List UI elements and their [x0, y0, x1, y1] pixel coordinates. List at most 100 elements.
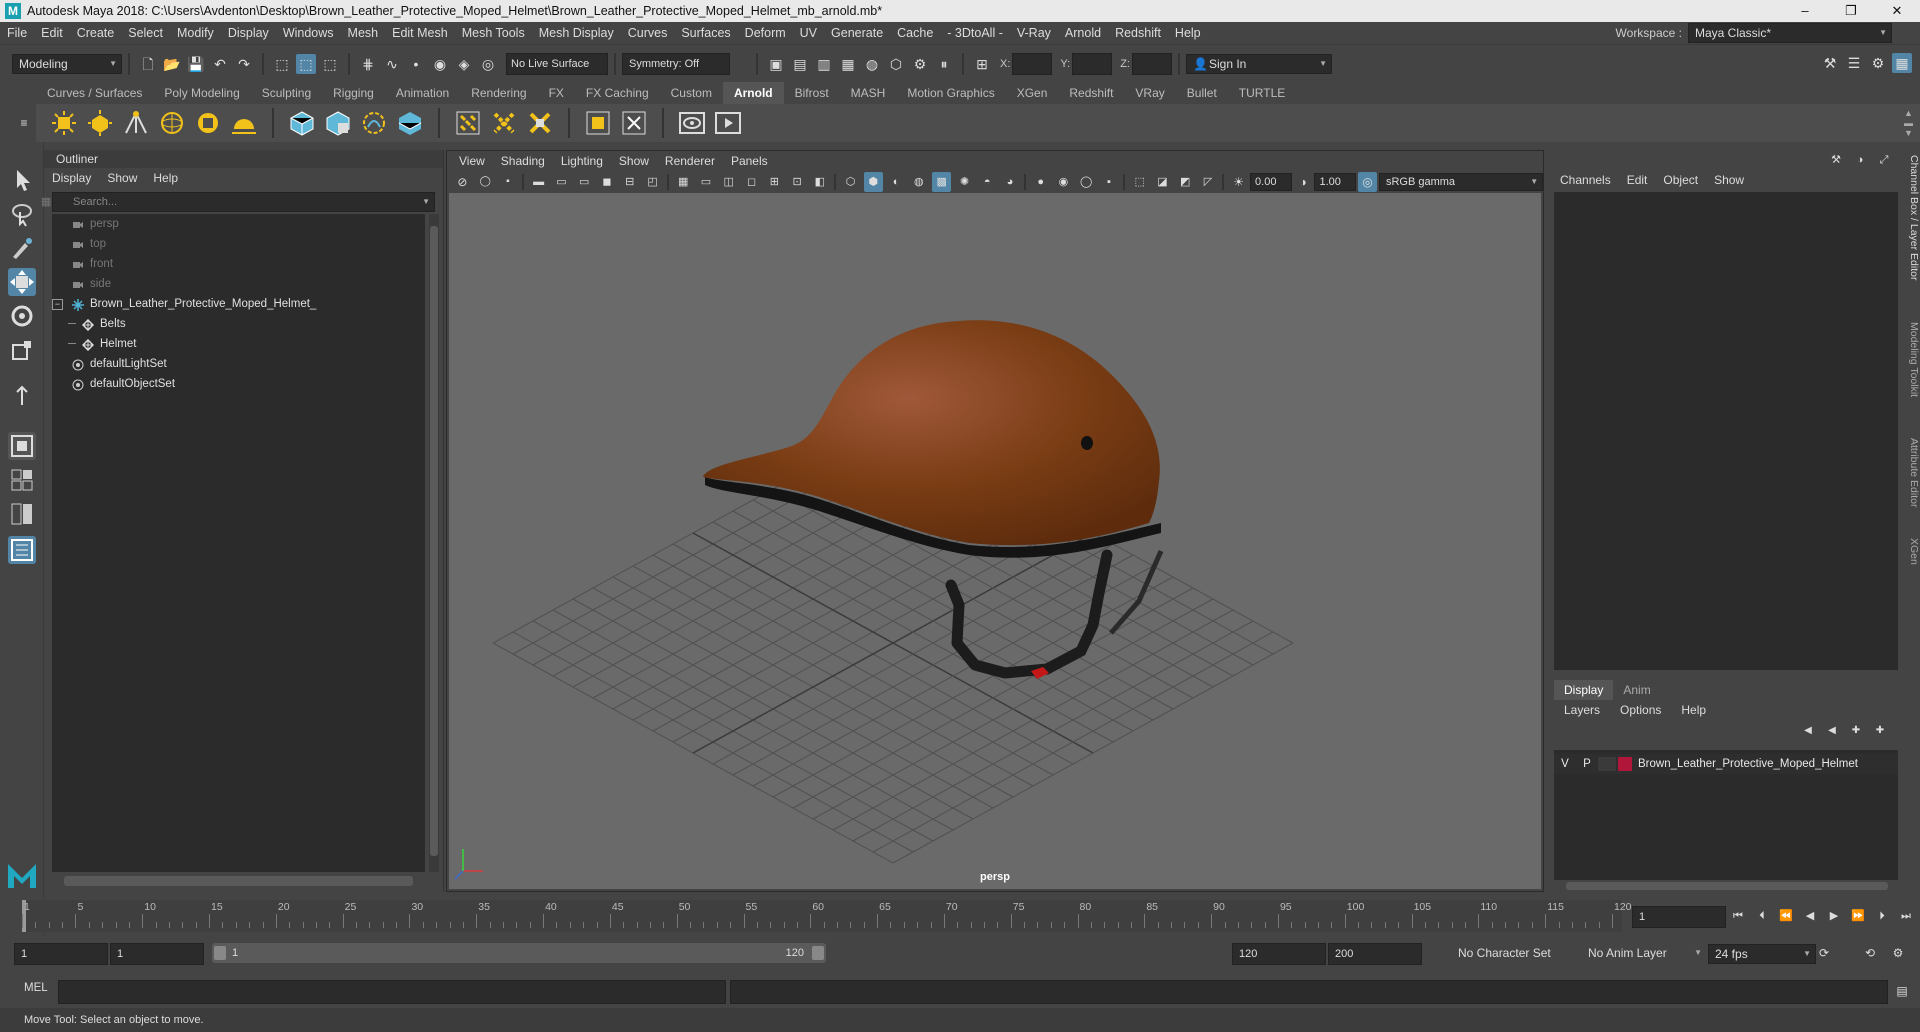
select-component-icon[interactable]: ⬚	[320, 54, 340, 74]
menu-file[interactable]: File	[0, 22, 34, 44]
use-all-lights-icon[interactable]: ✺	[955, 172, 974, 192]
viewport-menu-panels[interactable]: Panels	[723, 151, 776, 171]
layer-playback-toggle[interactable]: P	[1576, 758, 1598, 770]
live-surface-field[interactable]: No Live Surface	[506, 52, 608, 75]
isolate-select-icon[interactable]: ▪	[1100, 172, 1119, 192]
auto-key-icon[interactable]: ⟲	[1860, 943, 1880, 963]
close-button[interactable]: ✕	[1874, 0, 1920, 22]
snap-pivot-icon[interactable]: ◎	[478, 54, 498, 74]
shelf-tab-turtle[interactable]: TURTLE	[1227, 82, 1297, 105]
viewport-menu-renderer[interactable]: Renderer	[657, 151, 723, 171]
outliner-item-defaultobjectset[interactable]: defaultObjectSet	[52, 374, 425, 394]
light-portal-icon[interactable]	[194, 109, 222, 137]
ambient-occlusion-icon[interactable]: ◕	[1001, 172, 1020, 192]
move-layer-up-icon[interactable]: ◀	[1798, 721, 1818, 741]
viewport-menu-show[interactable]: Show	[611, 151, 657, 171]
volume-icon[interactable]	[360, 109, 388, 137]
image-plane-icon[interactable]: ▬	[529, 172, 548, 192]
wireframe-icon[interactable]: ⬡	[841, 172, 860, 192]
outliner-item-defaultlightset[interactable]: defaultLightSet	[52, 354, 425, 374]
play-forwards-icon[interactable]: ▶	[1824, 906, 1844, 926]
outliner-layout-icon[interactable]	[8, 536, 36, 564]
shelf-tab-fx-caching[interactable]: FX Caching	[574, 82, 660, 105]
menu-modify[interactable]: Modify	[170, 22, 221, 44]
3d-viewport[interactable]: persp	[449, 193, 1541, 889]
viewport-menu-lighting[interactable]: Lighting	[553, 151, 611, 171]
shelf-tab-rigging[interactable]: Rigging	[322, 82, 385, 105]
layer-tab-display[interactable]: Display	[1554, 680, 1614, 700]
textured-icon[interactable]: ▩	[932, 172, 952, 192]
single-view-layout-icon[interactable]	[8, 432, 36, 460]
menu-generate[interactable]: Generate	[824, 22, 890, 44]
modeling-toolkit-icon[interactable]: ⚒	[1820, 53, 1840, 73]
shelf-tab-fx[interactable]: FX	[537, 82, 575, 105]
current-frame-field[interactable]: 1	[1632, 906, 1726, 928]
exposure-icon[interactable]: ☀	[1229, 172, 1248, 192]
gate-mask-icon[interactable]: ◼	[598, 172, 617, 192]
menu-cache[interactable]: Cache	[890, 22, 940, 44]
shelf-tab-xgen[interactable]: XGen	[1005, 82, 1059, 105]
z-field[interactable]	[1131, 52, 1172, 75]
menu-help[interactable]: Help	[1168, 22, 1208, 44]
outliner-item-helmet[interactable]: Helmet	[52, 334, 425, 354]
attribute-editor-icon[interactable]: ☰	[1844, 53, 1864, 73]
new-layer-selected-icon[interactable]: ✚	[1870, 721, 1890, 741]
play-backwards-icon[interactable]: ◀	[1800, 906, 1820, 926]
gamma-icon[interactable]: ◑	[1294, 172, 1313, 192]
layer-menu-layers[interactable]: Layers	[1554, 700, 1610, 720]
menu-uv[interactable]: UV	[793, 22, 824, 44]
move-tool-icon[interactable]	[8, 268, 36, 296]
tx-manager-icon[interactable]	[584, 109, 612, 137]
resolution-gate-icon[interactable]: ▭	[575, 172, 594, 192]
rotate-tool-icon[interactable]	[8, 302, 36, 330]
menu-select[interactable]: Select	[121, 22, 170, 44]
menu-deform[interactable]: Deform	[738, 22, 793, 44]
menu-3dtoall[interactable]: - 3DtoAll -	[940, 22, 1010, 44]
playback-end-field[interactable]: 120	[1232, 943, 1326, 965]
redo-icon[interactable]: ↷	[234, 54, 254, 74]
step-forward-frame-icon[interactable]: ⏵	[1872, 906, 1892, 926]
go-to-end-icon[interactable]: ⏭	[1896, 906, 1916, 926]
snap-curve-icon[interactable]: ∿	[382, 54, 402, 74]
snap-point-icon[interactable]: •	[406, 54, 426, 74]
flush-texture-cache-icon[interactable]	[454, 109, 482, 137]
mesh-light-icon[interactable]	[86, 109, 114, 137]
timeline-ruler[interactable]: 1 5 10 15 20 25 30 35 40 45 50 55 60 65 70 75 80 85 90 95 10…	[22, 900, 1632, 932]
wireframe-on-shaded-icon[interactable]: ◍	[909, 172, 928, 192]
four-view-layout-icon[interactable]	[8, 466, 36, 494]
film-gate-view-icon[interactable]: ▭	[697, 172, 716, 192]
export-standin-icon[interactable]	[324, 109, 352, 137]
gamma-field[interactable]: 1.00	[1314, 173, 1357, 191]
select-object-icon[interactable]: ⬚	[296, 53, 316, 74]
outliner-item-top[interactable]: top	[52, 234, 425, 254]
physical-sky-icon[interactable]	[230, 109, 258, 137]
step-back-frame-icon[interactable]: ⏴	[1752, 906, 1772, 926]
safe-title-icon[interactable]: ⊞	[765, 172, 784, 192]
depth-of-field-icon[interactable]: ◯	[1077, 172, 1096, 192]
channel-menu-show[interactable]: Show	[1706, 170, 1752, 190]
layer-menu-options[interactable]: Options	[1610, 700, 1671, 720]
area-light-icon[interactable]	[50, 109, 78, 137]
side-tab-channel-box[interactable]: Channel Box / Layer Editor	[1904, 152, 1920, 284]
outliner-item-brown-leather-protective-moped-helmet[interactable]: − Brown_Leather_Protective_Moped_Helmet_	[52, 294, 425, 314]
color-management-icon[interactable]: ◎	[1358, 172, 1377, 192]
channel-box-body[interactable]	[1554, 192, 1898, 670]
shelf-tab-motion-graphics[interactable]: Motion Graphics	[896, 82, 1006, 105]
expand-toggle-icon[interactable]: −	[52, 299, 63, 310]
camera-attributes-icon[interactable]: ◯	[476, 172, 495, 192]
motion-blur-icon[interactable]: ●	[1031, 172, 1050, 192]
film-gate-icon[interactable]: ▭	[552, 172, 571, 192]
photometric-light-icon[interactable]	[122, 109, 150, 137]
shelf-tab-redshift[interactable]: Redshift	[1058, 82, 1125, 105]
menu-mesh[interactable]: Mesh	[341, 22, 386, 44]
outliner-vscrollbar[interactable]	[429, 214, 439, 872]
bookmark-icon[interactable]: ▪	[499, 172, 518, 192]
outliner-menu-show[interactable]: Show	[99, 168, 145, 188]
menu-display[interactable]: Display	[221, 22, 276, 44]
animation-prefs-icon[interactable]: ⚙	[1888, 943, 1908, 963]
arnold-render-view-icon[interactable]	[678, 109, 706, 137]
exposure-field[interactable]: 0.00	[1250, 173, 1292, 191]
create-arnold-object-icon[interactable]	[396, 109, 424, 137]
snap-surface-icon[interactable]: ◈	[454, 54, 474, 74]
channel-box-icon[interactable]: ▦	[1892, 53, 1912, 73]
